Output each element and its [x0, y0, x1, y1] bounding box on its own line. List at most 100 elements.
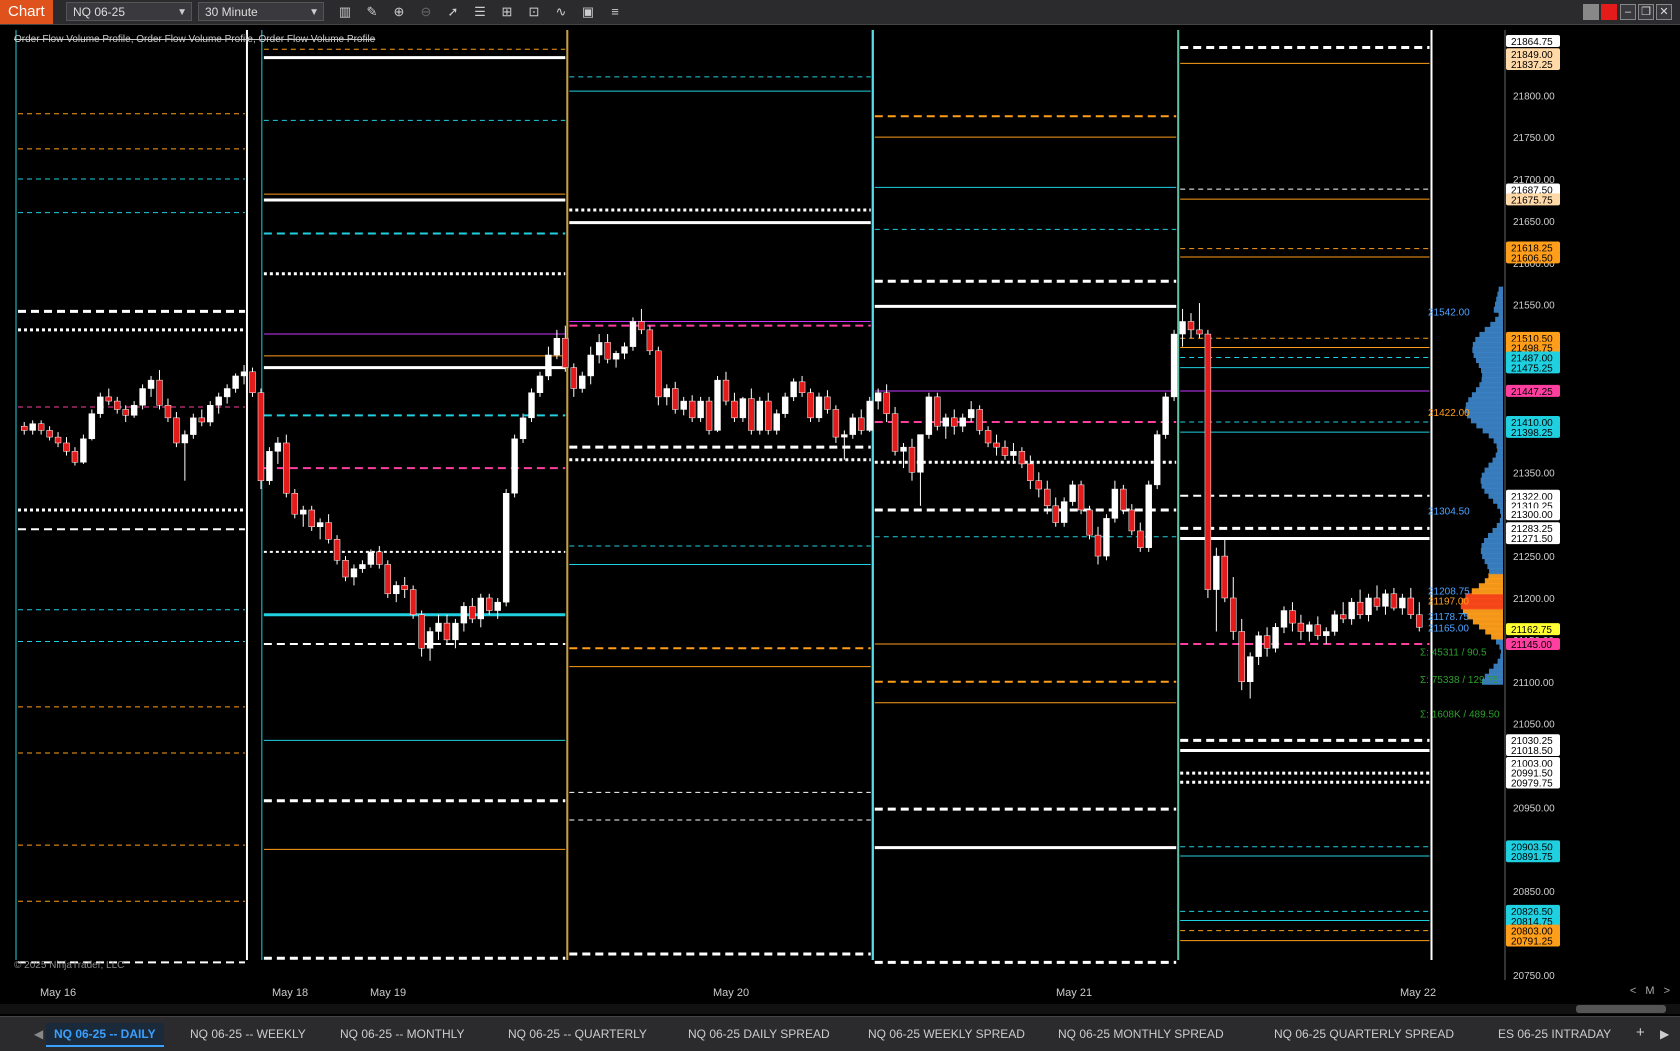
restore-icon[interactable]: ❐	[1638, 4, 1654, 20]
price-axis-tick: 21200.00	[1513, 594, 1555, 605]
candle-body	[680, 400, 687, 410]
candle-body	[1348, 601, 1355, 620]
tab-nq-quarterly[interactable]: NQ 06-25 -- QUARTERLY	[500, 1023, 655, 1045]
candle-body	[688, 400, 696, 419]
candle-body	[1390, 593, 1398, 609]
candle-body	[300, 509, 307, 515]
price-marker-label: 21162.75	[1511, 625, 1552, 636]
candle-body	[841, 434, 848, 438]
candle-body	[426, 631, 434, 649]
candle-body	[595, 342, 603, 356]
plot-background	[8, 30, 1613, 980]
candle-body	[1331, 614, 1338, 632]
price-axis-tick: 21100.00	[1513, 678, 1554, 689]
price-marker-label: 21837.25	[1511, 60, 1553, 71]
candle-body	[731, 400, 738, 419]
close-icon[interactable]: ✕	[1656, 4, 1672, 20]
indicators-icon[interactable]: ⊡	[525, 3, 543, 21]
candle-body	[1356, 601, 1364, 615]
x-axis-label: May 22	[1400, 987, 1437, 999]
scale-right-button[interactable]: >	[1664, 985, 1670, 997]
candle-body	[240, 371, 248, 377]
templates-icon[interactable]: ⊞	[498, 3, 516, 21]
tab-nq-monthly[interactable]: NQ 06-25 -- MONTHLY	[332, 1023, 472, 1045]
price-axis-tick: 20750.00	[1513, 971, 1555, 980]
tab-nq-monthly-spread[interactable]: NQ 06-25 MONTHLY SPREAD	[1050, 1023, 1232, 1045]
candle-body	[959, 417, 966, 427]
link-icon[interactable]	[1583, 4, 1599, 20]
tab-nq-weekly[interactable]: NQ 06-25 -- WEEKLY	[182, 1023, 314, 1045]
candle-body	[697, 400, 704, 419]
candle-body	[1407, 597, 1415, 615]
x-axis-label: May 19	[370, 987, 407, 999]
zoom-in-icon[interactable]: ⊕	[390, 3, 408, 21]
candle-body	[283, 442, 290, 494]
candle-body	[1094, 534, 1102, 557]
draw-tool-icon[interactable]: ✎	[363, 3, 381, 21]
price-marker-label: 21018.50	[1511, 746, 1553, 757]
scale-left-button[interactable]: <	[1630, 985, 1636, 997]
instrument-selector-value: NQ 06-25	[73, 5, 126, 19]
chart-tab-bar: ◀ NQ 06-25 -- DAILY NQ 06-25 -- WEEKLY N…	[0, 1016, 1680, 1051]
tab-es-intraday[interactable]: ES 06-25 INTRADAY	[1490, 1023, 1619, 1045]
properties-icon[interactable]: ☰	[471, 3, 489, 21]
price-axis-tick: 21800.00	[1513, 91, 1555, 102]
interval-selector[interactable]: 30 Minute ▼	[198, 2, 324, 21]
price-axis-tick: 21050.00	[1513, 720, 1555, 731]
minimize-icon[interactable]: –	[1620, 4, 1636, 20]
candle-body	[1052, 505, 1059, 523]
add-tab-icon[interactable]: +	[1636, 1024, 1645, 1041]
candle-body	[519, 417, 527, 440]
candle-body	[502, 492, 510, 603]
instrument-selector[interactable]: NQ 06-25 ▼	[66, 2, 192, 21]
candle-body	[1018, 451, 1026, 465]
candle-body	[1416, 614, 1423, 628]
candle-body	[1255, 635, 1262, 657]
bars-type-icon[interactable]: ▥	[336, 3, 354, 21]
candle-body	[460, 606, 468, 624]
price-marker-label: 21271.50	[1511, 534, 1553, 545]
data-box-icon[interactable]: ▣	[579, 3, 597, 21]
zoom-out-icon[interactable]: ⊖	[417, 3, 435, 21]
candle-body	[29, 423, 36, 431]
price-marker-label: 20791.25	[1511, 936, 1553, 947]
tab-nq-daily[interactable]: NQ 06-25 -- DAILY	[46, 1023, 164, 1047]
candle-body	[164, 405, 172, 419]
show-list-icon[interactable]: ≡	[606, 3, 624, 21]
candle-body	[325, 522, 332, 540]
price-chart[interactable]: 20750.0020800.0020850.0020900.0020950.00…	[8, 30, 1613, 980]
candle-body	[1145, 484, 1152, 548]
scrollbar-thumb[interactable]	[1576, 1005, 1666, 1013]
candle-body	[308, 509, 315, 528]
tab-nq-weekly-spread[interactable]: NQ 06-25 WEEKLY SPREAD	[860, 1023, 1033, 1045]
candle-body	[1204, 333, 1212, 590]
tab-nq-daily-spread[interactable]: NQ 06-25 DAILY SPREAD	[680, 1023, 838, 1045]
strategies-icon[interactable]: ∿	[552, 3, 570, 21]
tab-scroll-left-icon[interactable]: ◀	[34, 1027, 43, 1041]
candle-body	[663, 388, 671, 398]
horizontal-scrollbar[interactable]	[0, 1004, 1680, 1014]
pointer-icon[interactable]: ➚	[444, 3, 462, 21]
price-axis-tick: 21350.00	[1513, 468, 1555, 479]
candle-body	[156, 379, 163, 406]
candle-body	[376, 551, 383, 565]
price-marker-label: 21475.25	[1511, 363, 1553, 374]
candle-body	[1289, 610, 1296, 624]
candle-body	[714, 379, 721, 431]
tab-nq-quarterly-spread[interactable]: NQ 06-25 QUARTERLY SPREAD	[1266, 1023, 1462, 1045]
candle-body	[435, 622, 442, 632]
candle-body	[553, 337, 561, 356]
profile-level-label: 21304.50	[1428, 506, 1470, 517]
candle-body	[384, 564, 391, 595]
candle-body	[232, 375, 239, 389]
price-marker-label: 21675.75	[1511, 195, 1553, 206]
interval-selector-value: 30 Minute	[205, 5, 258, 19]
candle-body	[37, 423, 45, 431]
candle-body	[1128, 509, 1136, 532]
tab-scroll-right-icon[interactable]: ▶	[1660, 1027, 1669, 1041]
chart-title-badge[interactable]: Chart	[0, 0, 53, 24]
candle-body	[266, 451, 273, 481]
x-axis-label: May 18	[272, 987, 309, 999]
instrument-link-icon[interactable]	[1601, 4, 1617, 20]
scale-mode-button[interactable]: M	[1645, 985, 1654, 997]
